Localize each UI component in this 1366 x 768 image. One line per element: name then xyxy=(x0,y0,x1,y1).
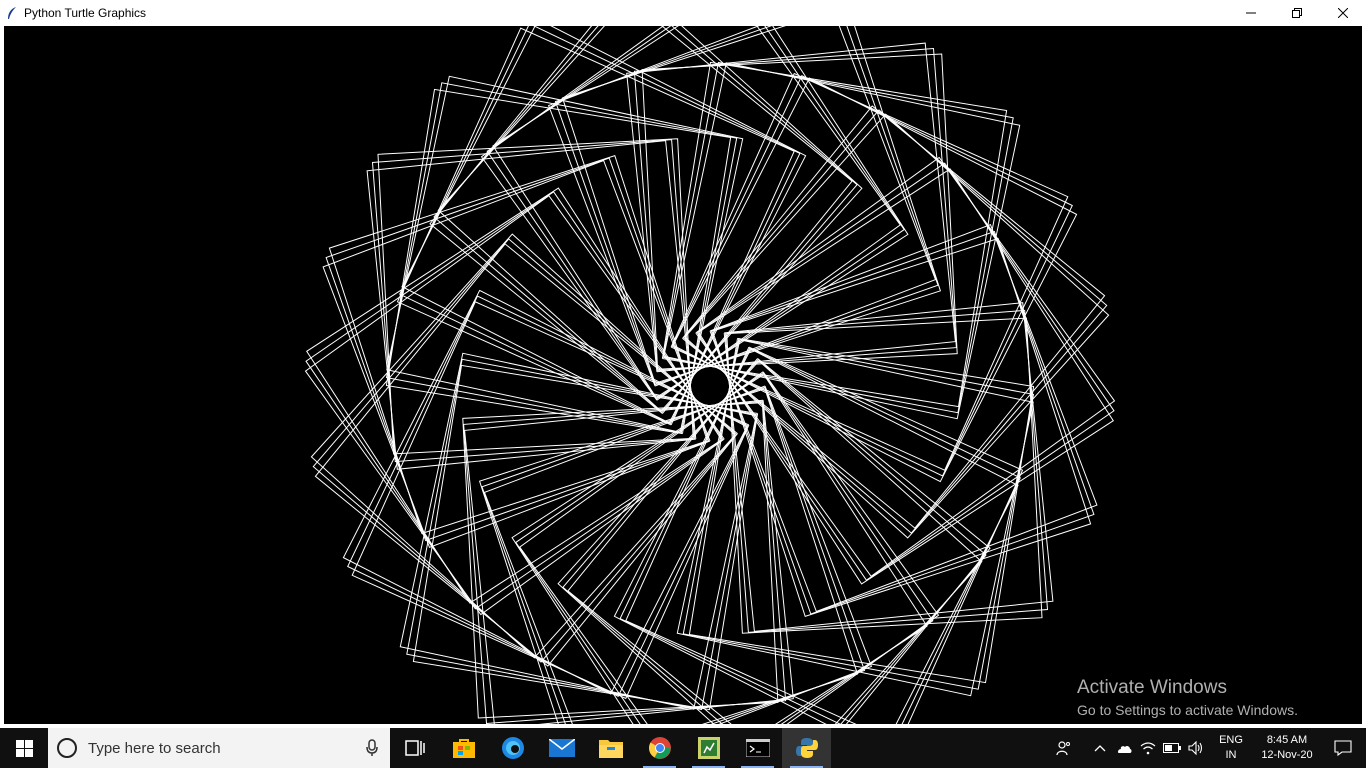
mail-button[interactable] xyxy=(537,728,586,768)
show-hidden-icons-button[interactable] xyxy=(1088,728,1112,768)
search-placeholder: Type here to search xyxy=(88,739,221,757)
spirograph-square xyxy=(412,364,759,711)
spreadsheet-button[interactable] xyxy=(684,728,733,768)
store-icon xyxy=(452,739,475,758)
minimize-icon xyxy=(1246,12,1256,13)
mail-icon xyxy=(548,739,575,757)
people-icon xyxy=(1056,741,1070,756)
clock-date: 12-Nov-20 xyxy=(1261,749,1313,761)
spirograph-square xyxy=(626,42,956,373)
activate-windows-watermark: Activate Windows Go to Settings to activ… xyxy=(1077,676,1298,720)
close-icon xyxy=(1338,7,1348,18)
battery-button[interactable] xyxy=(1160,728,1184,768)
terminal-button[interactable] xyxy=(733,728,782,768)
spirograph-square xyxy=(511,373,928,724)
wifi-icon xyxy=(1140,742,1156,755)
spirograph-square xyxy=(483,385,873,724)
volume-button[interactable] xyxy=(1184,728,1208,768)
spirograph-drawing xyxy=(304,26,1116,724)
spirograph-square xyxy=(613,348,1019,724)
clock[interactable]: 8:45 AM 12-Nov-20 xyxy=(1254,733,1320,763)
cortana-icon xyxy=(57,738,77,758)
spirograph-square xyxy=(661,61,1008,408)
clock-time: 8:45 AM xyxy=(1266,734,1308,746)
spirograph-square xyxy=(304,195,725,616)
window-title: Python Turtle Graphics xyxy=(24,5,147,20)
title-bar: Python Turtle Graphics xyxy=(0,0,1366,25)
chrome-button[interactable] xyxy=(635,728,684,768)
watermark-title: Activate Windows xyxy=(1077,677,1227,698)
system-tray: ENG IN 8:45 AM 12-Nov-20 xyxy=(1052,728,1366,768)
spirograph-square xyxy=(723,302,1054,632)
watermark-subtitle: Go to Settings to activate Windows. xyxy=(1077,702,1298,718)
turtle-canvas[interactable]: Activate Windows Go to Settings to activ… xyxy=(4,26,1362,724)
region-code: IN xyxy=(1225,749,1237,761)
microphone-icon[interactable] xyxy=(366,739,378,757)
cloud-icon xyxy=(1117,745,1132,753)
restore-button[interactable] xyxy=(1274,0,1320,25)
input-language[interactable]: ENG IN xyxy=(1214,733,1248,763)
edge-icon xyxy=(501,737,524,759)
action-center-button[interactable] xyxy=(1320,728,1366,768)
spirograph-square xyxy=(325,157,710,542)
search-box[interactable]: Type here to search xyxy=(48,728,390,768)
spirograph-square xyxy=(696,162,1115,581)
python-button[interactable] xyxy=(782,728,831,768)
notification-icon xyxy=(1334,740,1352,756)
chevron-up-icon xyxy=(1094,745,1106,752)
spirograph-square xyxy=(688,337,1035,684)
chrome-icon xyxy=(648,737,671,759)
spirograph-square xyxy=(481,386,866,724)
language-code: ENG xyxy=(1219,734,1243,746)
spirograph-square xyxy=(464,399,794,724)
onedrive-button[interactable] xyxy=(1112,728,1136,768)
network-button[interactable] xyxy=(1136,728,1160,768)
spirograph-square xyxy=(478,388,859,724)
task-view-icon xyxy=(404,740,425,756)
spirograph-square xyxy=(385,88,732,435)
spirograph-square xyxy=(710,230,1095,615)
task-view-button[interactable] xyxy=(390,728,439,768)
people-button[interactable] xyxy=(1052,728,1076,768)
minimize-button[interactable] xyxy=(1228,0,1274,25)
restore-icon xyxy=(1292,7,1302,18)
python-icon xyxy=(795,738,818,758)
windows-logo-icon xyxy=(15,739,33,757)
spirograph-square xyxy=(695,156,1116,577)
start-button[interactable] xyxy=(0,728,48,768)
spirograph-square xyxy=(492,26,909,399)
spirograph-square xyxy=(366,140,697,470)
taskbar: Type here to search ENG IN 8:45 AM 12-No… xyxy=(0,728,1366,768)
spirograph-square xyxy=(305,191,724,610)
spreadsheet-icon xyxy=(697,737,720,759)
speaker-icon xyxy=(1188,741,1203,755)
terminal-icon xyxy=(745,739,770,757)
battery-icon xyxy=(1163,743,1181,753)
close-button[interactable] xyxy=(1320,0,1366,25)
edge-button[interactable] xyxy=(488,728,537,768)
file-explorer-icon xyxy=(598,740,623,758)
store-button[interactable] xyxy=(439,728,488,768)
file-explorer-button[interactable] xyxy=(586,728,635,768)
feather-icon xyxy=(6,6,20,20)
